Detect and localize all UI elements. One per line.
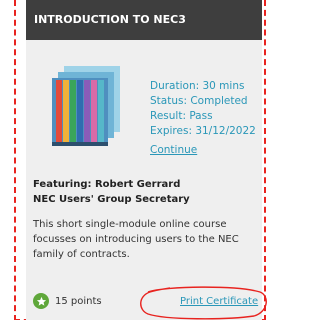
star-icon: [33, 293, 49, 309]
expires-text: Expires: 31/12/2022: [150, 125, 256, 137]
course-meta: Duration: 30 mins Status: Completed Resu…: [150, 79, 260, 139]
course-description: This short single-module online course f…: [33, 217, 259, 262]
featuring-presenter: Featuring: Robert Gerrard: [33, 179, 181, 190]
points-badge: 15 points: [33, 292, 102, 310]
course-title: INTRODUCTION TO NEC3: [26, 0, 262, 40]
course-card: INTRODUCTION TO NEC3 Duration: 30 mins S…: [26, 0, 262, 320]
course-thumbnail: [52, 66, 120, 146]
description-line: This short single-module online course: [33, 219, 227, 230]
status-text: Status: Completed: [150, 95, 248, 107]
page: INTRODUCTION TO NEC3 Duration: 30 mins S…: [0, 0, 276, 320]
print-certificate-link[interactable]: Print Certificate: [180, 296, 258, 307]
result-text: Result: Pass: [150, 110, 213, 122]
duration-text: Duration: 30 mins: [150, 80, 245, 92]
points-text: 15 points: [55, 295, 102, 307]
featuring-role: NEC Users' Group Secretary: [33, 194, 190, 205]
description-line: family of contracts.: [33, 249, 130, 260]
description-line: focusses on introducing users to the NEC: [33, 234, 239, 245]
continue-link[interactable]: Continue: [150, 144, 197, 156]
featuring-block: Featuring: Robert Gerrard NEC Users' Gro…: [33, 177, 259, 207]
